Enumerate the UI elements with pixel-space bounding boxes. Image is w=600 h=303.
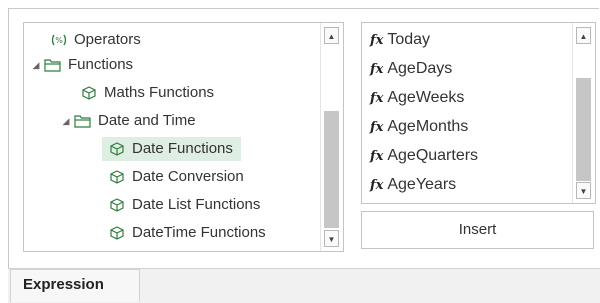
cube-icon [108, 168, 126, 186]
function-item-agedays[interactable]: fx AgeDays [370, 55, 452, 83]
function-item-agequarters[interactable]: fx AgeQuarters [370, 142, 478, 170]
function-category-tree[interactable]: % Operators ◢ Functions Maths Functions … [23, 22, 344, 252]
function-list[interactable]: fx Today fx AgeDays fx AgeWeeks fx AgeMonths… [361, 22, 596, 204]
tree-scrollbar[interactable]: ▲ ▼ [320, 23, 343, 251]
cube-icon [80, 84, 98, 102]
tree-item-label: Date Conversion [132, 168, 244, 185]
tree-item-label: Date and Time [98, 112, 196, 129]
folder-icon [44, 56, 62, 74]
tab-expression[interactable]: Expression [10, 269, 140, 302]
cube-icon [108, 140, 126, 158]
tree-item-label: Operators [74, 31, 141, 48]
function-item-ageweeks[interactable]: fx AgeWeeks [370, 84, 464, 112]
tree-item-operators[interactable]: % Operators [50, 28, 141, 52]
function-icon: fx [370, 178, 384, 193]
scroll-down-button[interactable]: ▼ [324, 230, 339, 247]
tree-item-label: Date List Functions [132, 196, 261, 213]
function-item-ageyears[interactable]: fx AgeYears [370, 171, 456, 199]
tree-item-date-conversion[interactable]: Date Conversion [108, 165, 244, 189]
tree-item-label: Functions [68, 56, 134, 73]
cube-icon [108, 196, 126, 214]
tree-item-date-functions[interactable]: Date Functions [102, 137, 241, 161]
tree-item-label: Date Functions [132, 140, 233, 157]
cube-icon [108, 224, 126, 242]
function-item-today[interactable]: fx Today [370, 26, 430, 54]
function-list-scrollbar[interactable]: ▲ ▼ [572, 23, 595, 203]
function-icon: fx [370, 149, 384, 164]
tree-item-label: DateTime Functions [132, 224, 266, 241]
tree-item-datetime-functions[interactable]: DateTime Functions [108, 221, 266, 245]
function-icon: fx [370, 62, 384, 77]
svg-text:%: % [55, 36, 63, 45]
scroll-thumb[interactable] [324, 111, 339, 228]
expanded-arrow-icon[interactable]: ◢ [60, 109, 72, 133]
function-icon: fx [370, 91, 384, 106]
tree-item-label: Maths Functions [104, 84, 215, 101]
scroll-up-button[interactable]: ▲ [576, 27, 591, 44]
scroll-down-button[interactable]: ▼ [576, 182, 591, 199]
scroll-up-button[interactable]: ▲ [324, 27, 339, 44]
insert-button[interactable]: Insert [361, 211, 594, 249]
folder-icon [74, 112, 92, 130]
tree-item-functions[interactable]: ◢ Functions [30, 53, 134, 77]
tree-item-maths-functions[interactable]: Maths Functions [80, 81, 214, 105]
scroll-thumb[interactable] [576, 78, 591, 181]
expanded-arrow-icon[interactable]: ◢ [30, 53, 42, 77]
tree-item-date-and-time[interactable]: ◢ Date and Time [60, 109, 196, 133]
operators-icon: % [50, 31, 68, 49]
function-icon: fx [370, 120, 384, 135]
tree-item-date-list-functions[interactable]: Date List Functions [108, 193, 260, 217]
function-item-agemonths[interactable]: fx AgeMonths [370, 113, 468, 141]
function-icon: fx [370, 33, 384, 48]
